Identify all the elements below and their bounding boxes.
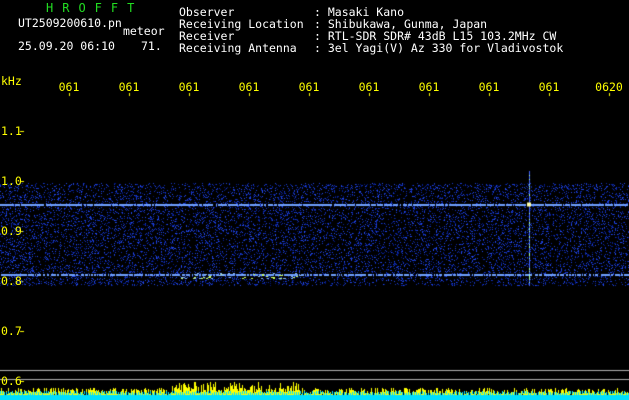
antenna-label: Receiving Antenna — [179, 41, 297, 55]
time-tick-7: 061 — [418, 80, 440, 94]
y-tick-1-0: 1.0 — [1, 174, 22, 188]
time-tick-4: 061 — [238, 80, 260, 94]
time-tick-3: 061 — [178, 80, 200, 94]
time-tick-1: 061 — [58, 80, 80, 94]
time-tick-6: 061 — [358, 80, 380, 94]
y-tick-0-8: 0.8 — [1, 274, 22, 288]
y-tick-0-6: 0.6 — [1, 374, 22, 388]
y-tick-0-7: 0.7 — [1, 324, 22, 338]
time-tick-2: 061 — [118, 80, 140, 94]
date-time-label: 25.09.20 06:10 — [18, 39, 115, 53]
hrofft-screen: HROFFT UT2509200610.pn meteor 25.09.20 0… — [0, 0, 629, 400]
hrofft-logo: HROFFT — [46, 1, 144, 15]
y-tick-0-9: 0.9 — [1, 224, 22, 238]
time-tick-8: 061 — [478, 80, 500, 94]
time-tick-9: 061 — [538, 80, 560, 94]
spectrogram-canvas — [0, 0, 629, 400]
time-tick-10: 0620 — [595, 80, 623, 94]
antenna-value: : 3el Yagi(V) Az 330 for Vladivostok — [314, 41, 564, 55]
meteor-count: 71. — [141, 39, 162, 53]
filename-label: UT2509200610.pn — [18, 16, 122, 30]
y-unit-label: kHz — [1, 74, 22, 88]
y-tick-1-1: 1.1 — [1, 124, 22, 138]
meteor-label: meteor — [123, 24, 165, 38]
time-tick-5: 061 — [298, 80, 320, 94]
